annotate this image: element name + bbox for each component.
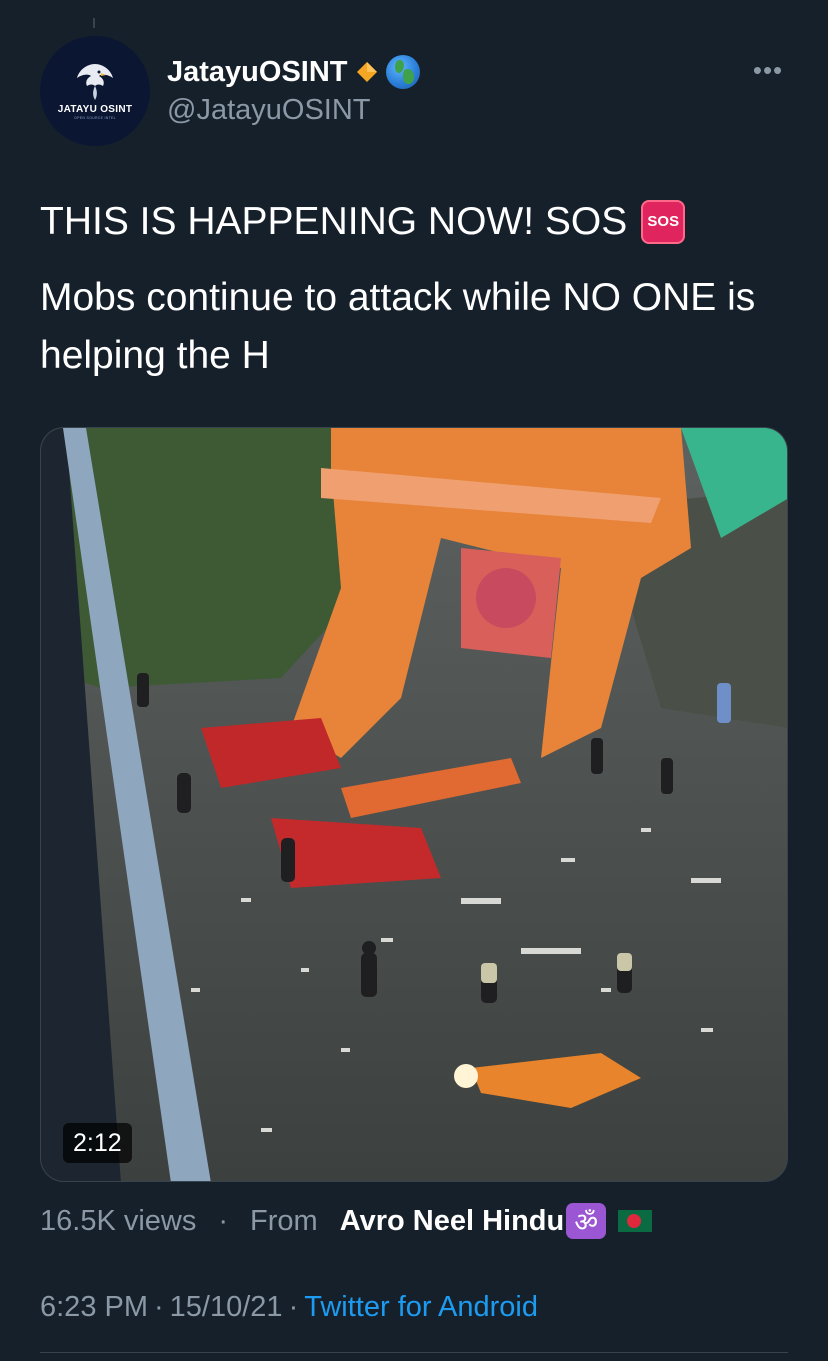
separator-dot: · <box>154 1290 164 1323</box>
author-display-name[interactable]: JatayuOSINT <box>167 56 348 89</box>
video-player[interactable]: 2:12 <box>40 427 788 1182</box>
separator-dot: · <box>288 1290 299 1323</box>
tweet-headline: THIS IS HAPPENING NOW! SOS <box>40 200 628 243</box>
divider <box>40 1352 788 1353</box>
tweet-body: Mobs continue to attack while NO ONE is … <box>40 276 756 377</box>
video-thumbnail <box>41 428 787 1181</box>
tweet-detail: JATAYU OSINT OPEN SOURCE INTEL JatayuOSI… <box>0 0 828 1361</box>
tweet-stats-row: 16.5K views · From Avro Neel Hindu ॐ <box>40 1200 653 1242</box>
tweet-time[interactable]: 6:23 PM <box>40 1291 148 1324</box>
thread-line <box>93 18 95 28</box>
avatar[interactable]: JATAYU OSINT OPEN SOURCE INTEL <box>40 36 150 146</box>
author-name-row[interactable]: JatayuOSINT <box>167 52 420 92</box>
om-icon: ॐ <box>566 1203 607 1239</box>
globe-icon <box>385 55 420 89</box>
tweet-date[interactable]: 15/10/21 <box>170 1291 283 1324</box>
from-label: From <box>250 1204 318 1237</box>
eagle-logo-icon <box>77 64 113 100</box>
tweet-text: THIS IS HAPPENING NOW! SOS SOS Mobs cont… <box>40 193 780 385</box>
sos-emoji-icon: SOS <box>641 200 686 244</box>
tweet-meta-row: 6:23 PM · 15/10/21 · Twitter for Android <box>40 1286 538 1328</box>
diamond-icon <box>356 62 377 82</box>
separator-dot: · <box>218 1204 229 1237</box>
more-options-button[interactable]: ••• <box>748 55 788 85</box>
flag-bangladesh-icon <box>618 1210 653 1232</box>
client-link[interactable]: Twitter for Android <box>304 1291 538 1324</box>
avatar-subtitle: OPEN SOURCE INTEL <box>74 116 116 120</box>
tweet-text-line-1: THIS IS HAPPENING NOW! SOS SOS <box>40 193 780 251</box>
source-account-link[interactable]: Avro Neel Hindu <box>340 1205 565 1238</box>
author-handle[interactable]: @JatayuOSINT <box>167 94 371 127</box>
avatar-brand-text: JATAYU OSINT <box>57 104 133 115</box>
view-count: 16.5K views <box>40 1204 197 1237</box>
video-duration-badge: 2:12 <box>63 1123 132 1163</box>
